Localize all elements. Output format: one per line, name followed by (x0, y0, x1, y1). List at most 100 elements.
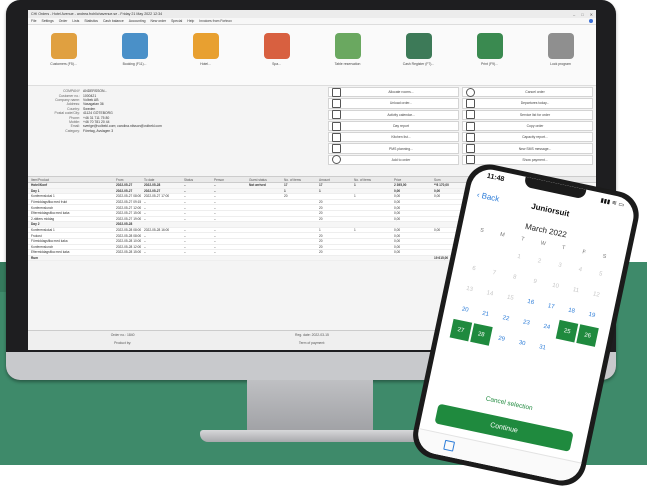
table-cell: – (214, 211, 216, 216)
column-header[interactable]: Price (394, 178, 434, 182)
ribbon-button[interactable]: Table reservation (318, 33, 378, 66)
help-icon[interactable] (589, 19, 593, 23)
table-cell: 1 (284, 188, 286, 193)
action-label: Cancel order (525, 90, 545, 95)
table-cell: – (184, 211, 186, 216)
column-header[interactable]: No. of items (284, 178, 319, 182)
action-button[interactable]: Kitchen list... (328, 132, 459, 143)
column-header[interactable]: No. of items (354, 178, 394, 182)
table-cell: Eftermiddagsfika med kaka (31, 211, 70, 216)
close-icon[interactable]: ✕ (590, 12, 593, 17)
table-cell: – (184, 205, 186, 210)
footer-field: Product by: (114, 341, 132, 345)
lock-icon (547, 33, 574, 59)
table-cell: – (214, 205, 216, 210)
ribbon-button-label: Print (F9)... (481, 62, 498, 66)
home-tab-icon[interactable] (443, 439, 456, 452)
minimize-icon[interactable]: – (573, 12, 575, 17)
table-cell: Konferenslokal 1 (31, 194, 55, 199)
action-button[interactable]: New SMS message... (462, 143, 593, 154)
action-button[interactable]: Service list for order (462, 109, 593, 120)
menu-item[interactable]: New order (151, 19, 167, 23)
weekday-label: F (581, 249, 587, 256)
action-button[interactable]: Copy order (462, 120, 593, 132)
calendar-day[interactable]: 26 (576, 324, 599, 347)
calendar-day[interactable]: 25 (556, 319, 579, 343)
action-label: Departures today... (520, 101, 550, 106)
action-button[interactable]: Cancel order (462, 87, 593, 98)
action-button[interactable]: Capacity report... (462, 132, 593, 143)
table-cell: – (144, 239, 146, 244)
action-button[interactable]: Departures today... (462, 98, 593, 109)
ribbon-button[interactable]: Print (F9)... (460, 33, 520, 66)
menu-item[interactable]: Cash balance (103, 19, 124, 23)
ribbon-button[interactable]: Spa... (247, 33, 307, 66)
phone-status-icons: ▮▮▮ ≋ ▭ (599, 197, 625, 209)
phone-time: 11:48 (486, 172, 505, 184)
column-header[interactable]: Item/Product (28, 178, 116, 182)
table-cell: 2022-05-27 19:00 (116, 216, 142, 221)
table-cell: Hotel/Konf (31, 183, 48, 188)
ribbon-button-label: Customers (F5)... (50, 62, 77, 66)
action-label: Capacity report... (522, 135, 548, 140)
column-header[interactable]: Status (184, 178, 214, 182)
menu-item[interactable]: Statistics (84, 19, 98, 23)
ribbon-button-label: Table reservation (334, 62, 361, 66)
table-icon (334, 33, 361, 59)
table-cell: – (184, 239, 186, 244)
menu-item[interactable]: Invoices from Fortnox (199, 19, 232, 23)
menu-item[interactable]: File (31, 19, 36, 23)
field-value: ANDERSSON... (83, 89, 108, 94)
field-value: Företag, Avslagen 3 (83, 128, 114, 133)
table-cell: – (184, 244, 186, 249)
table-cell: 2022-05-28 16:00 (144, 228, 170, 233)
weekday-label: M (499, 231, 506, 239)
table-cell: – (184, 194, 186, 199)
service-list-icon (466, 110, 475, 120)
maximize-icon[interactable]: □ (581, 12, 583, 17)
menu-item[interactable]: Settings (41, 19, 53, 23)
calendar-day[interactable]: 19 (580, 303, 605, 328)
table-cell: 0,00 (394, 194, 401, 199)
table-cell: – (184, 188, 186, 193)
table-cell: 2022-05-28 (144, 183, 161, 188)
column-header[interactable]: Amount (319, 178, 354, 182)
table-cell: 20 (319, 216, 323, 221)
calendar-day[interactable]: 27 (449, 318, 473, 342)
action-button[interactable]: Day report (328, 120, 459, 132)
allocate-icon (332, 87, 341, 97)
column-header[interactable]: From (116, 178, 144, 182)
ribbon-button[interactable]: Lock program (531, 33, 591, 66)
table-cell: – (184, 200, 186, 205)
weekday-label: S (479, 227, 485, 235)
ribbon-button[interactable]: Customers (F5)... (34, 33, 94, 66)
menu-item[interactable]: Order (59, 19, 68, 23)
action-button[interactable]: Add to order (328, 154, 459, 166)
column-header[interactable]: To date (144, 178, 184, 182)
action-button[interactable]: PMS planning... (328, 143, 459, 154)
table-cell: 2022-05-27 (116, 188, 133, 193)
ribbon-button[interactable]: Hotel... (176, 33, 236, 66)
ribbon-button[interactable]: Cash Register (F7)... (389, 33, 449, 66)
action-button[interactable]: Activity calendar... (328, 109, 459, 120)
table-cell: 20 (284, 194, 288, 199)
menu-item[interactable]: Accounting (129, 19, 146, 23)
ribbon-button[interactable]: Booking (F11)... (105, 33, 165, 66)
table-cell: – (144, 211, 146, 216)
action-button[interactable]: Unload order... (328, 98, 459, 109)
menu-item[interactable]: Help (187, 19, 194, 23)
column-header[interactable]: Person (214, 178, 249, 182)
table-cell: 20 (319, 244, 323, 249)
menu-item[interactable]: Lists (72, 19, 79, 23)
menu-item[interactable]: Special (171, 19, 182, 23)
table-cell: 2022-05-28 15:00 (116, 250, 142, 255)
table-cell: – (214, 194, 216, 199)
column-header[interactable]: Guest status (249, 178, 284, 182)
field-label: COMPANY (63, 89, 80, 94)
field-value: Volbek AB (83, 97, 99, 102)
table-cell: 2022-05-28 10:00 (116, 239, 142, 244)
action-button[interactable]: Show payment... (462, 154, 593, 166)
weekday-label: S (601, 253, 607, 261)
action-button[interactable]: Allocate rooms... (328, 87, 459, 98)
table-cell: – (214, 244, 216, 249)
